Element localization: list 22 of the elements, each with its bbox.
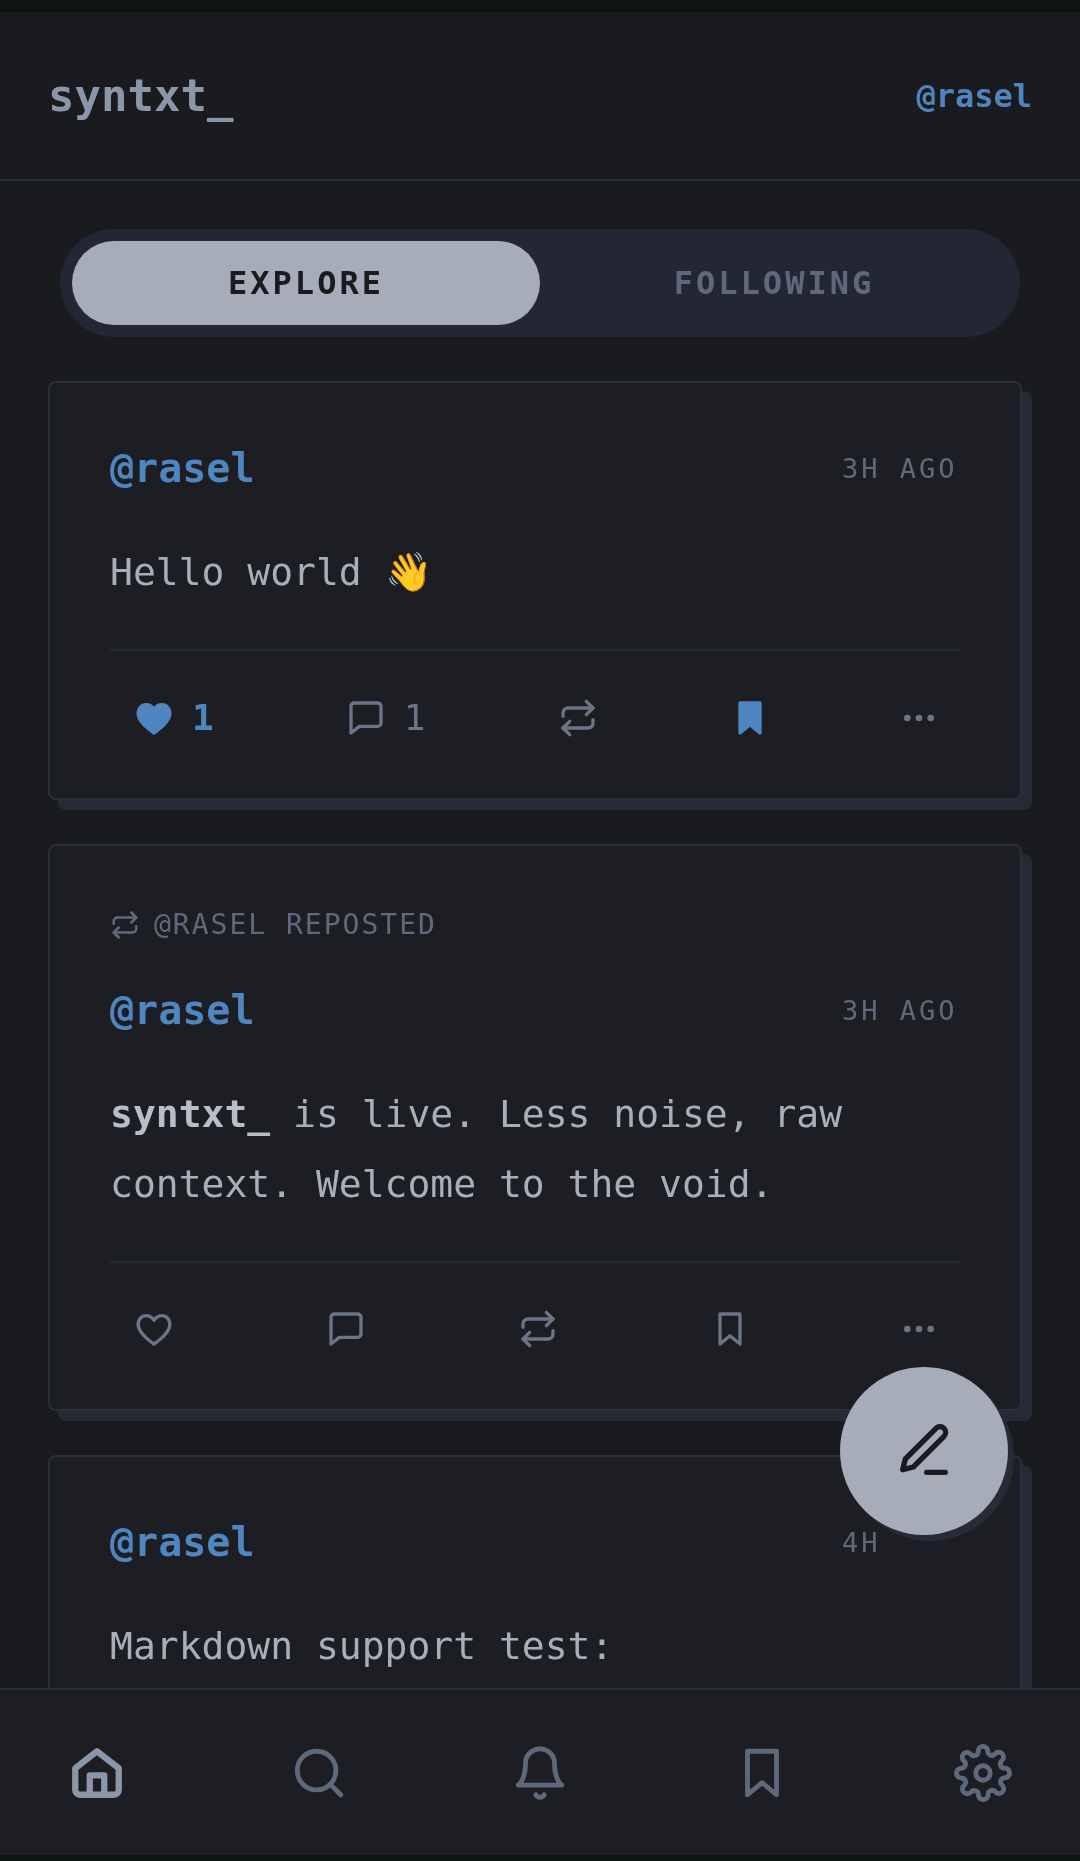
comment-button[interactable]: 1 (335, 691, 436, 744)
repost-icon (518, 1309, 558, 1349)
like-button[interactable]: 1 (124, 691, 224, 744)
feed-tab[interactable]: FOLLOWING (540, 241, 1008, 325)
post-author[interactable]: @rasel (110, 987, 255, 1033)
post-time: 3H AGO (842, 994, 959, 1026)
settings-icon (954, 1743, 1012, 1802)
more-icon (902, 1324, 936, 1334)
post-text: syntxt_ is live. Less noise, raw context. Welcome to the void. (110, 1091, 844, 1208)
post-author[interactable]: @rasel (110, 445, 255, 491)
post-author[interactable]: @rasel (110, 1519, 255, 1565)
post-text: Hello world 👋 (110, 549, 433, 596)
post-text: Markdown support test: (110, 1623, 615, 1670)
username-link[interactable]: @rasel (916, 76, 1032, 115)
repost-icon (110, 909, 140, 940)
post-time: 4H (842, 1526, 882, 1558)
app-logo: syntxt_ (48, 70, 234, 121)
comment-icon (326, 1309, 366, 1349)
repost-label: @RASEL REPOSTED (154, 908, 437, 941)
post-time: 3H AGO (842, 452, 959, 484)
feed-tab[interactable]: EXPLORE (72, 241, 540, 325)
more-icon (902, 712, 936, 723)
